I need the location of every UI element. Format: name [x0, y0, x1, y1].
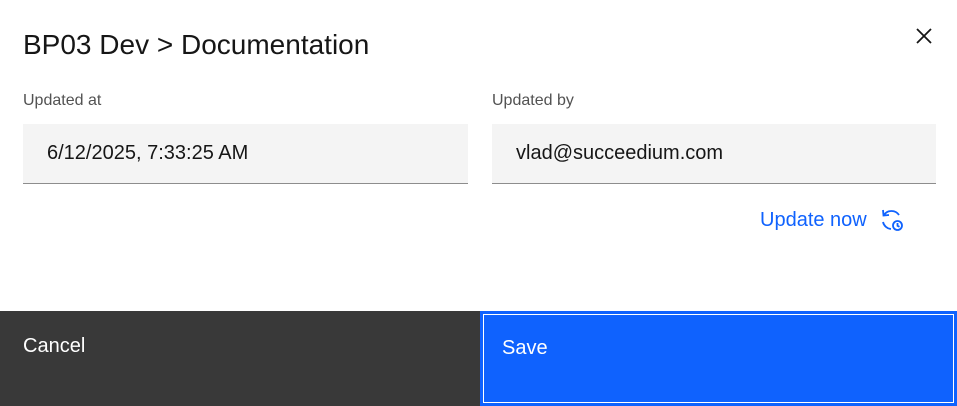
updated-by-input[interactable]: vlad@succeedium.com	[492, 124, 936, 184]
save-button[interactable]: Save	[480, 311, 957, 406]
updated-by-field: Updated by vlad@succeedium.com	[492, 90, 936, 184]
updated-by-label: Updated by	[492, 92, 574, 109]
updated-at-input[interactable]: 6/12/2025, 7:33:25 AM	[23, 124, 468, 184]
update-now-label: Update now	[760, 208, 867, 231]
dialog-title: BP03 Dev > Documentation	[23, 29, 370, 60]
modal-dialog: BP03 Dev > Documentation Updated at 6/12…	[0, 0, 957, 406]
close-icon	[916, 28, 932, 44]
update-now-button[interactable]: Update now	[760, 206, 905, 234]
cancel-button[interactable]: Cancel	[0, 311, 480, 406]
updated-at-label: Updated at	[23, 92, 102, 109]
close-button[interactable]	[910, 22, 938, 50]
updated-at-field: Updated at 6/12/2025, 7:33:25 AM	[23, 90, 468, 184]
dialog-footer: Cancel Save	[0, 311, 957, 406]
update-now-icon	[879, 207, 905, 233]
